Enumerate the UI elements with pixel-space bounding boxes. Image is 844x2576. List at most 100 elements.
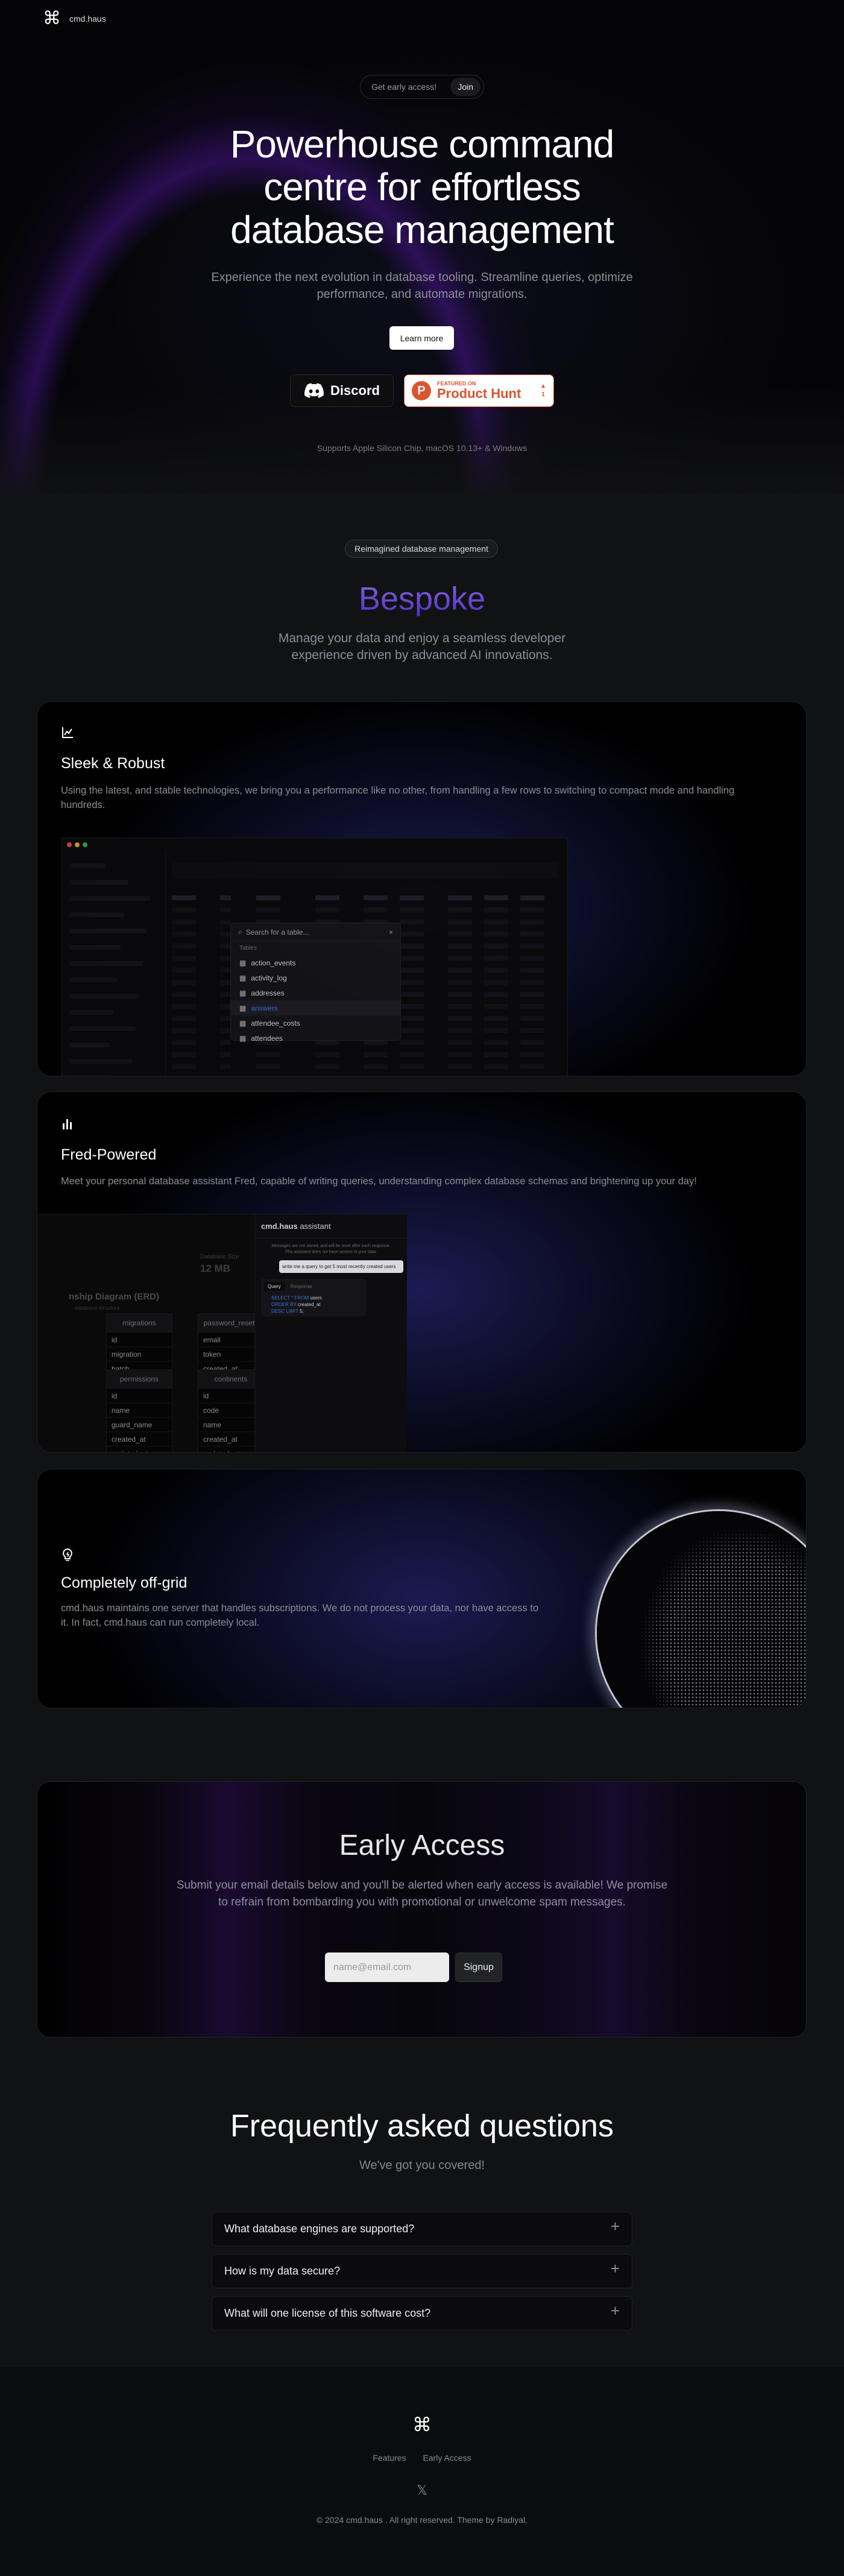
tab-response[interactable]: Response [291,1282,312,1291]
table-cell-placeholder [448,1064,472,1069]
table-cell-placeholder [520,1028,544,1033]
mock-sidebar [62,851,166,1076]
feature-card-fred: Fred-Powered Meet your personal database… [37,1091,807,1453]
erd-column: code [198,1403,263,1417]
faq-item[interactable]: What database engines are supported? + [212,2212,632,2246]
faq-question: How is my data secure? [224,2265,341,2277]
table-cell-placeholder [448,944,472,949]
table-cell-placeholder [520,1064,544,1069]
platform-support: Supports Apple Silicon Chip, macOS 10.13… [316,443,528,453]
table-cell-placeholder [220,1064,231,1069]
assistant-panel: cmd.haus assistant Messages are not stor… [254,1214,407,1452]
table-cell-placeholder [220,980,231,985]
table-cell-placeholder [220,1004,231,1009]
footer-link-features[interactable]: Features [373,2453,406,2463]
table-cell-placeholder [400,1028,424,1033]
product-hunt-badge[interactable]: P FEATURED ON Product Hunt ▲ 1 [404,374,554,407]
copyright: © 2024 cmd.haus . All right reserved. Th… [316,2515,528,2525]
table-cell-placeholder [172,1040,196,1045]
table-cell-placeholder [364,1052,388,1057]
table-cell-placeholder [172,1064,196,1069]
faq-question: What will one license of this software c… [224,2307,431,2319]
table-cell-placeholder [256,895,280,900]
faq-title: Frequently asked questions [230,2109,614,2144]
erd-title: nship Diagram (ERD) [69,1292,160,1302]
pill-text: Get early access! [371,82,437,92]
table-list: ▦ action_events ▦ activity_log ▦ addresses ▦ an… [231,955,400,1046]
table-cell-placeholder [448,980,472,985]
maximize-dot-icon [83,842,87,847]
sidebar-placeholder [69,1026,136,1031]
email-input[interactable] [325,1953,449,1982]
query-token: users [309,1295,322,1301]
table-cell-placeholder [484,1016,508,1021]
table-cell-placeholder [400,1052,424,1057]
tab-query[interactable]: Query [264,1282,285,1291]
table-list-item[interactable]: ▦ answers [231,1000,400,1015]
table-cell-placeholder [220,908,231,912]
table-cell-placeholder [448,908,472,912]
table-cell-placeholder [220,895,231,900]
x-icon[interactable]: 𝕏 [0,2483,844,2498]
footer [0,2367,844,2576]
table-list-item[interactable]: ▦ attendees [231,1031,400,1046]
table-cell-placeholder [484,932,508,936]
close-icon[interactable]: × [389,928,393,936]
footer-link-early-access[interactable]: Early Access [423,2453,471,2463]
sidebar-placeholder [69,1043,110,1047]
table-list-item[interactable]: ▦ addresses [231,985,400,1000]
user-message: write me a query to get 5 most recently … [279,1260,403,1273]
table-list-item[interactable]: ▦ action_events [231,955,400,970]
table-icon: ▦ [239,1003,247,1012]
table-icon: ▦ [239,988,247,997]
discord-badge[interactable]: Discord [290,374,394,407]
join-button[interactable]: Join [450,78,480,96]
tables-label: Tables [239,945,257,952]
footer-logo-icon[interactable]: ⌘ [0,2413,844,2436]
feature-card-offgrid: Completely off-grid cmd.haus maintains o… [37,1469,807,1708]
query-token: SELECT * FROM [271,1295,309,1301]
feature-description: Using the latest, and stable technologie… [61,785,735,810]
query-token: ORDER BY [271,1302,297,1307]
faq-item[interactable]: What will one license of this software c… [212,2296,632,2331]
query-token: created_at [296,1302,321,1307]
table-cell-placeholder [315,1052,339,1057]
table-cell-placeholder [220,920,231,924]
brand-name: cmd.haus [69,14,106,24]
signup-button[interactable]: Signup [455,1953,502,1982]
table-cell-placeholder [220,944,231,949]
faq-question: What database engines are supported? [224,2223,415,2235]
lightbulb-icon [63,1548,72,1561]
table-cell-placeholder [364,895,388,900]
table-cell-placeholder [172,1052,196,1057]
erd-column: id [107,1332,172,1346]
table-cell-placeholder [520,1052,544,1057]
table-list-item[interactable]: ▦ activity_log [231,970,400,985]
erd-table-name: migrations [107,1314,172,1332]
table-cell-placeholder [520,895,544,900]
table-list-item[interactable]: ▦ attendee_costs [231,1015,400,1031]
sidebar-placeholder [69,977,117,982]
section-subtitle: Manage your data and enjoy a seamless de… [278,631,566,662]
table-cell-placeholder [520,956,544,961]
table-cell-placeholder [172,1028,196,1033]
table-search-input[interactable]: Search for a table... [246,928,309,936]
table-cell-placeholder [520,944,544,949]
nav-logo[interactable]: ⌘ cmd.haus [43,10,106,28]
table-cell-placeholder [220,968,231,973]
table-cell-placeholder [448,920,472,924]
query-code: SELECT * FROM users ORDER BY created_at … [264,1291,342,1315]
sidebar-placeholder [69,994,139,999]
learn-more-button[interactable]: Learn more [389,326,454,350]
table-cell-placeholder [315,895,339,900]
faq-item[interactable]: How is my data secure? + [212,2254,632,2288]
early-access-title: Early Access [339,1829,505,1861]
section-title: Bespoke [0,579,844,619]
table-cell-placeholder [256,1064,280,1069]
ph-vote-count: 1 [541,391,545,398]
plus-icon: + [610,2302,620,2320]
assistant-notice: Messages are not stored, and will be res… [271,1244,391,1254]
erd-column: migration [107,1346,172,1361]
table-name: addresses [251,988,285,997]
table-cell-placeholder [400,1004,424,1009]
